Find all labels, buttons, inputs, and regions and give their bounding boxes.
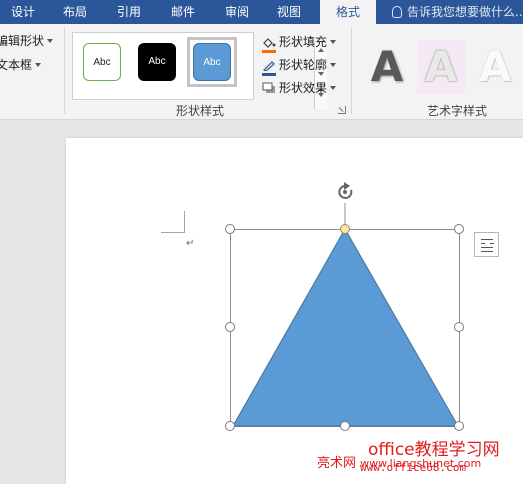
resize-handle-bottom-middle[interactable]	[340, 421, 350, 431]
layout-icon-line	[490, 243, 494, 244]
resize-handle-bottom-right[interactable]	[454, 421, 464, 431]
resize-handle-middle-right[interactable]	[454, 322, 464, 332]
layout-options-icon	[481, 239, 493, 240]
resize-handle-middle-left[interactable]	[225, 322, 235, 332]
layout-options-button[interactable]	[474, 232, 499, 257]
resize-handle-top-left[interactable]	[225, 224, 235, 234]
rotate-handle-icon[interactable]	[338, 182, 353, 199]
resize-handle-top-right[interactable]	[454, 224, 464, 234]
layout-icon-line	[481, 251, 493, 252]
shape-layer	[225, 182, 464, 431]
adjust-handle-top[interactable]	[340, 224, 350, 234]
watermark-brand-name: 亮术网	[317, 456, 357, 471]
triangle-shape[interactable]	[232, 227, 459, 427]
resize-handle-bottom-left[interactable]	[225, 421, 235, 431]
watermark-url-2: www.office68.com	[360, 461, 466, 474]
layout-icon-line	[481, 243, 485, 244]
layout-icon-line	[481, 247, 493, 248]
